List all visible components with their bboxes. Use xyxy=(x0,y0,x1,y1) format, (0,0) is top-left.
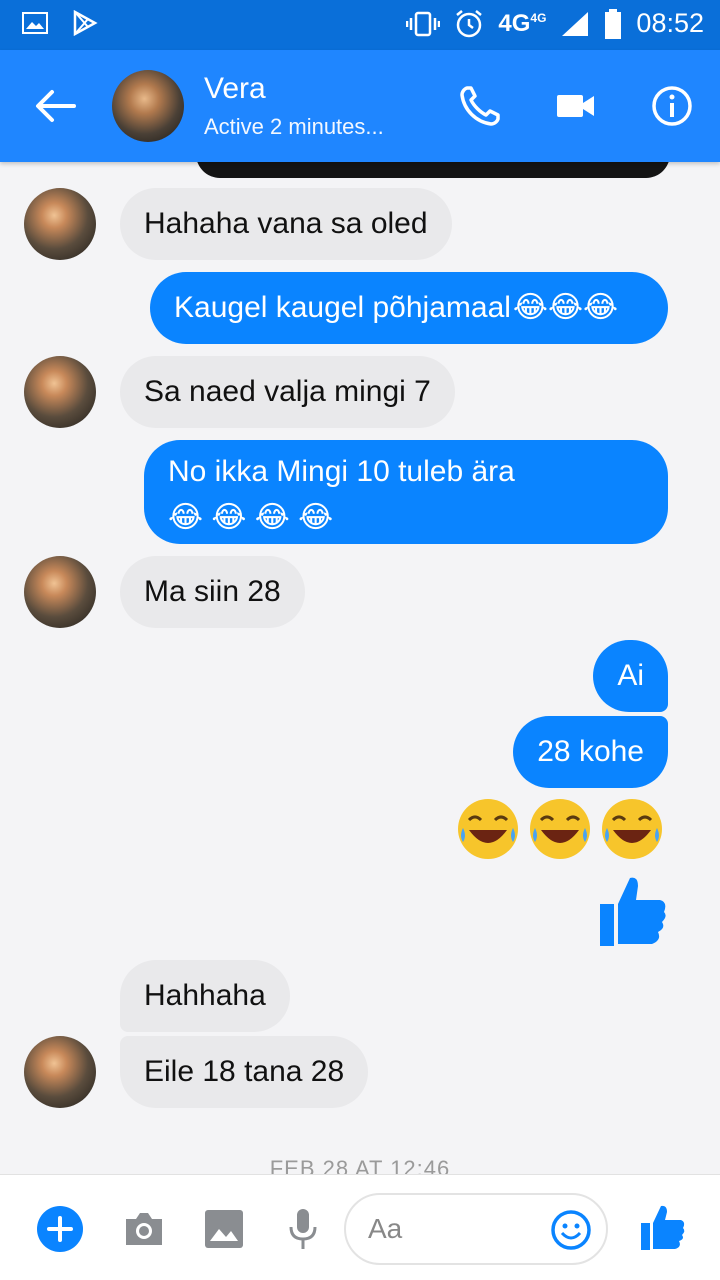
message-list[interactable]: Hahaha vana sa oled Kaugel kaugel põhjam… xyxy=(0,162,720,1174)
network-type: 4G4G xyxy=(498,9,547,37)
laughing-emoji-icon[interactable] xyxy=(599,796,665,862)
conversation-header: Vera Active 2 minutes... xyxy=(0,50,720,162)
message-input-container xyxy=(344,1193,608,1265)
message-timestamp: FEB 28 AT 12:46 xyxy=(269,1156,451,1174)
add-icon[interactable] xyxy=(36,1205,84,1253)
contact-name[interactable]: Vera xyxy=(204,72,266,106)
outgoing-message[interactable]: 28 kohe xyxy=(513,716,668,788)
sender-avatar[interactable] xyxy=(24,556,96,628)
message-input[interactable] xyxy=(368,1213,538,1245)
send-like-icon[interactable] xyxy=(640,1203,686,1251)
info-icon[interactable] xyxy=(650,84,694,128)
laughing-emoji-icon[interactable] xyxy=(527,796,593,862)
sender-avatar[interactable] xyxy=(24,1036,96,1108)
gallery-notification-icon xyxy=(22,12,48,34)
signal-icon xyxy=(562,11,589,36)
thumbs-up-icon[interactable] xyxy=(598,874,668,948)
outgoing-message[interactable]: Kaugel kaugel põhjamaal 😂😂😂 xyxy=(150,272,668,344)
previous-media-message[interactable] xyxy=(196,162,670,178)
phone-call-icon[interactable] xyxy=(458,84,502,128)
contact-avatar[interactable] xyxy=(112,70,184,142)
sender-avatar[interactable] xyxy=(24,356,96,428)
emoji-laughing-icon: 😂😂😂 xyxy=(512,291,619,324)
laughing-emoji-icon[interactable] xyxy=(455,796,521,862)
alarm-icon xyxy=(456,9,483,37)
incoming-message[interactable]: Sa naed valja mingi 7 xyxy=(120,356,455,428)
outgoing-message[interactable]: Ai xyxy=(593,640,668,712)
battery-icon xyxy=(605,8,622,39)
status-bar: 4G4G 08:52 xyxy=(0,0,720,50)
message-composer xyxy=(0,1174,720,1280)
play-store-notification-icon xyxy=(73,10,98,36)
emoji-laughing-icon: 😂 😂 😂 😂 xyxy=(168,501,334,534)
vibrate-icon xyxy=(406,11,441,36)
incoming-message[interactable]: Eile 18 tana 28 xyxy=(120,1036,369,1108)
sender-avatar[interactable] xyxy=(24,188,96,260)
video-call-icon[interactable] xyxy=(554,84,598,128)
incoming-message[interactable]: Ma siin 28 xyxy=(120,556,305,628)
back-arrow-icon[interactable] xyxy=(34,88,76,124)
emoji-picker-icon[interactable] xyxy=(550,1209,592,1251)
camera-icon[interactable] xyxy=(122,1209,166,1249)
clock: 08:52 xyxy=(636,8,704,38)
contact-status: Active 2 minutes... xyxy=(204,114,384,139)
outgoing-message[interactable]: No ikka Mingi 10 tuleb ära 😂 😂 😂 😂 xyxy=(144,440,668,544)
incoming-message[interactable]: Hahhaha xyxy=(120,960,290,1032)
gallery-icon[interactable] xyxy=(204,1209,244,1249)
incoming-message[interactable]: Hahaha vana sa oled xyxy=(120,188,452,260)
microphone-icon[interactable] xyxy=(288,1207,318,1251)
